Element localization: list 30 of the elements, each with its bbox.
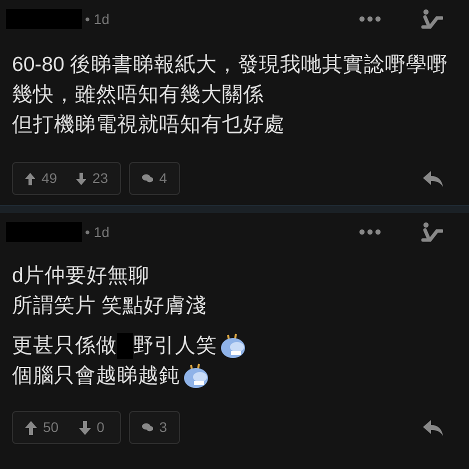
reply-icon[interactable] [423, 170, 443, 186]
post-time: • 1d [85, 222, 110, 242]
body-text: 所謂笑片 笑點好膚淺 [12, 293, 207, 319]
dragon-sticker-icon [182, 362, 210, 390]
comment-button[interactable]: 3 [129, 411, 180, 444]
more-icon[interactable] [359, 16, 381, 22]
comment-icon [142, 421, 154, 434]
dragon-sticker-icon [219, 332, 247, 360]
body-text: 更甚只係做 [12, 333, 117, 359]
body-text: 野引人笑 [133, 333, 217, 359]
stairs-icon[interactable] [421, 222, 443, 242]
upvote-count: 50 [43, 418, 59, 437]
body-text: 60-80 後睇書睇報紙大，發現我哋其實諗嘢學嘢 [12, 52, 448, 78]
body-text: 但打機睇電視就唔知有乜好處 [12, 112, 285, 138]
stairs-icon[interactable] [421, 9, 443, 29]
upvote-icon[interactable] [25, 420, 37, 434]
upvote-count: 49 [41, 169, 58, 188]
comment-icon [142, 172, 154, 185]
body-text: 個腦只會越睇越鈍 [12, 363, 180, 389]
body-text: 幾快，雖然唔知有幾大關係 [12, 82, 264, 108]
downvote-count: 23 [92, 169, 108, 188]
downvote-icon[interactable] [76, 172, 86, 186]
upvote-icon[interactable] [25, 172, 36, 186]
downvote-icon[interactable] [78, 420, 91, 434]
more-icon[interactable] [359, 229, 381, 235]
body-text: d片仲要好無聊 [12, 263, 150, 289]
comment-button[interactable]: 4 [129, 162, 180, 195]
reply-icon[interactable] [423, 420, 443, 436]
downvote-count: 0 [96, 418, 104, 437]
post-time: • 1d [85, 10, 110, 28]
